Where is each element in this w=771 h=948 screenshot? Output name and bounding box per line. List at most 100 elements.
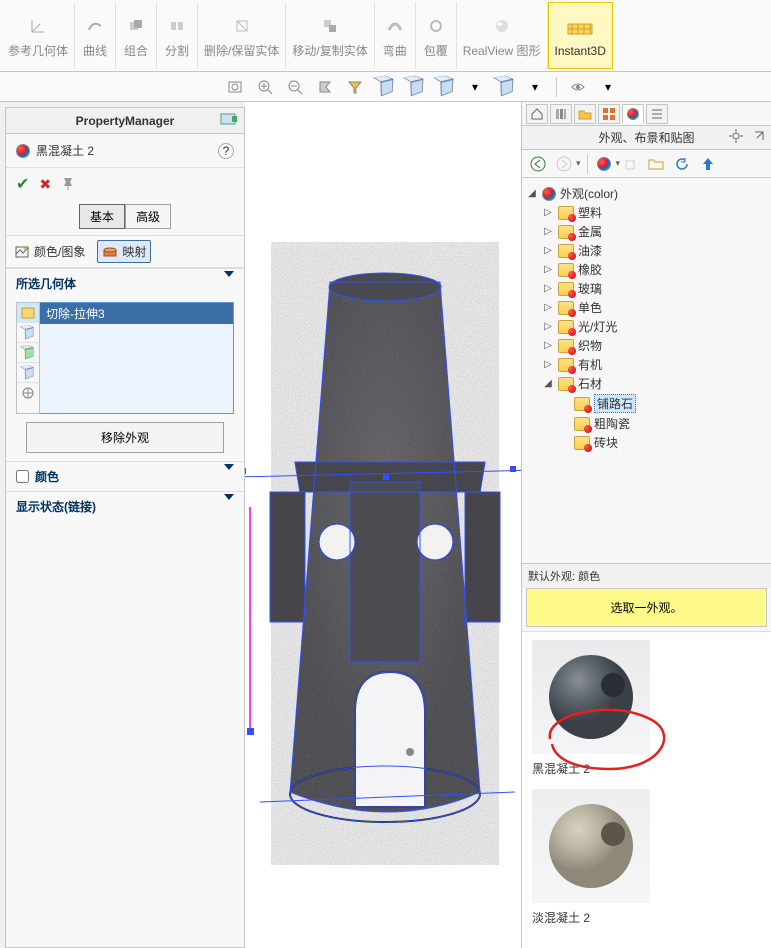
ribbon-wrap[interactable]: 包覆 (416, 2, 457, 69)
preview-item[interactable]: 淡混凝土 2 (532, 789, 761, 926)
combine-icon (122, 12, 150, 40)
pushpin-icon[interactable] (61, 176, 75, 193)
chevron-down-icon[interactable] (224, 470, 234, 484)
ok-button[interactable]: ✔ (16, 174, 29, 194)
expand-icon[interactable]: ▷ (542, 264, 554, 275)
mapping-tab[interactable]: 映射 (97, 240, 151, 263)
appearance-previews: 黑混凝土 2 淡混凝土 2 (522, 631, 771, 948)
tab-advanced[interactable]: 高级 (125, 204, 171, 229)
tree-item-ceramic[interactable]: ▷粗陶瓷 (558, 414, 767, 433)
expand-icon[interactable]: ▷ (542, 302, 554, 313)
tree-item-stone[interactable]: ◢石材 (542, 374, 767, 393)
ribbon-curve[interactable]: 曲线 (75, 2, 116, 69)
tree-item-metal[interactable]: ▷金属 (542, 222, 767, 241)
expand-icon[interactable]: ▷ (542, 226, 554, 237)
tree-item-organic[interactable]: ▷有机 (542, 355, 767, 374)
trash-icon[interactable] (620, 154, 640, 174)
color-checkbox[interactable] (16, 470, 29, 483)
tree-item-plastic[interactable]: ▷塑料 (542, 203, 767, 222)
ribbon-combine[interactable]: 组合 (116, 2, 157, 69)
gear-icon[interactable] (729, 129, 743, 146)
filter-face-icon[interactable] (17, 303, 39, 323)
tree-item-paint[interactable]: ▷油漆 (542, 241, 767, 260)
zoom-fit-icon[interactable] (223, 75, 247, 99)
preview-item[interactable]: 黑混凝土 2 (532, 640, 761, 777)
filter-body-icon[interactable] (17, 323, 39, 343)
expand-icon[interactable]: ◢ (542, 378, 554, 389)
chevron-down-icon[interactable]: ▾ (596, 75, 620, 99)
tab-home-icon[interactable] (526, 104, 548, 124)
preview-thumb[interactable] (532, 640, 650, 754)
expand-icon[interactable]: ▷ (542, 245, 554, 256)
display-style-icon[interactable] (373, 75, 397, 99)
section-selected-geom[interactable]: 所选几何体 (6, 268, 244, 298)
tree-item-paving-stone[interactable]: ▷铺路石 (558, 393, 767, 414)
expand-icon[interactable]: ▷ (542, 359, 554, 370)
zoom-out-icon[interactable] (283, 75, 307, 99)
tree-root[interactable]: ◢ 外观(color) (526, 184, 767, 203)
ribbon-split[interactable]: 分割 (157, 2, 198, 69)
cancel-button[interactable]: ✖ (39, 176, 51, 193)
expand-arrow-icon[interactable] (753, 130, 765, 145)
display-style4-icon[interactable] (493, 75, 517, 99)
tab-basic[interactable]: 基本 (79, 204, 125, 229)
ribbon-flex[interactable]: 弯曲 (375, 2, 416, 69)
eye-icon[interactable] (566, 75, 590, 99)
expand-icon[interactable]: ◢ (526, 188, 538, 199)
filter-part-icon[interactable] (17, 383, 39, 403)
nav-forward-icon[interactable] (554, 154, 574, 174)
color-image-tab[interactable]: 颜色/图象 (14, 243, 85, 260)
tree-item-brick[interactable]: ▷砖块 (558, 433, 767, 452)
folder-icon (558, 358, 574, 372)
expand-icon[interactable]: ▷ (542, 283, 554, 294)
tab-appearance-icon[interactable] (622, 104, 644, 124)
tree-item-light[interactable]: ▷光/灯光 (542, 317, 767, 336)
nav-back-icon[interactable] (528, 154, 548, 174)
tab-lib-icon[interactable] (550, 104, 572, 124)
preview-thumb[interactable] (532, 789, 650, 903)
open-folder-icon[interactable] (646, 154, 666, 174)
chevron-down-icon[interactable]: ▾ (523, 75, 547, 99)
wrap-icon (422, 12, 450, 40)
filter-icon[interactable] (343, 75, 367, 99)
chevron-down-icon[interactable]: ▾ (463, 75, 487, 99)
geom-list-item[interactable]: 切除-拉伸3 (40, 303, 233, 324)
tab-folder-icon[interactable] (574, 104, 596, 124)
up-arrow-icon[interactable] (698, 154, 718, 174)
ribbon-ref-geom[interactable]: 参考几何体 (2, 2, 75, 69)
expand-icon[interactable]: ▷ (542, 321, 554, 332)
tree-item-fabric[interactable]: ▷织物 (542, 336, 767, 355)
tree-item-solid[interactable]: ▷单色 (542, 298, 767, 317)
display-style2-icon[interactable] (403, 75, 427, 99)
tab-grid-icon[interactable] (598, 104, 620, 124)
section-color[interactable]: 颜色 (6, 461, 244, 491)
viewport[interactable] (245, 102, 521, 948)
tree-item-rubber[interactable]: ▷橡胶 (542, 260, 767, 279)
tab-list-icon[interactable] (646, 104, 668, 124)
ribbon-instant3d[interactable]: Instant3D (548, 2, 613, 69)
tree-item-glass[interactable]: ▷玻璃 (542, 279, 767, 298)
expand-icon[interactable]: ▷ (542, 207, 554, 218)
select-appearance-hint: 选取一外观。 (526, 588, 767, 627)
filter-surface-icon[interactable] (17, 363, 39, 383)
geom-list[interactable]: 切除-拉伸3 (40, 302, 234, 414)
filter-feature-icon[interactable] (17, 343, 39, 363)
remove-appearance-button[interactable]: 移除外观 (26, 422, 224, 453)
section-view-icon[interactable] (313, 75, 337, 99)
ribbon-delete-keep[interactable]: 删除/保留实体 (198, 2, 286, 69)
chevron-down-icon[interactable]: ▾ (576, 158, 581, 169)
display-style3-icon[interactable] (433, 75, 457, 99)
zoom-in-icon[interactable] (253, 75, 277, 99)
help-icon[interactable]: ? (218, 143, 234, 159)
appearance-tree[interactable]: ◢ 外观(color) ▷塑料 ▷金属 ▷油漆 ▷橡胶 ▷玻璃 ▷单色 ▷光/灯… (522, 178, 771, 563)
ribbon-move-copy[interactable]: 移动/复制实体 (286, 2, 374, 69)
section-display-state[interactable]: 显示状态(链接) (6, 491, 244, 521)
ribbon-realview[interactable]: RealView 图形 (457, 2, 548, 69)
color-image-label: 颜色/图象 (34, 243, 85, 260)
expand-icon[interactable]: ▷ (542, 340, 554, 351)
chevron-down-icon[interactable] (224, 277, 234, 291)
refresh-icon[interactable] (672, 154, 692, 174)
pin-icon[interactable] (220, 112, 238, 129)
chevron-down-icon[interactable] (224, 500, 234, 514)
appearance-sphere-icon[interactable] (594, 154, 614, 174)
